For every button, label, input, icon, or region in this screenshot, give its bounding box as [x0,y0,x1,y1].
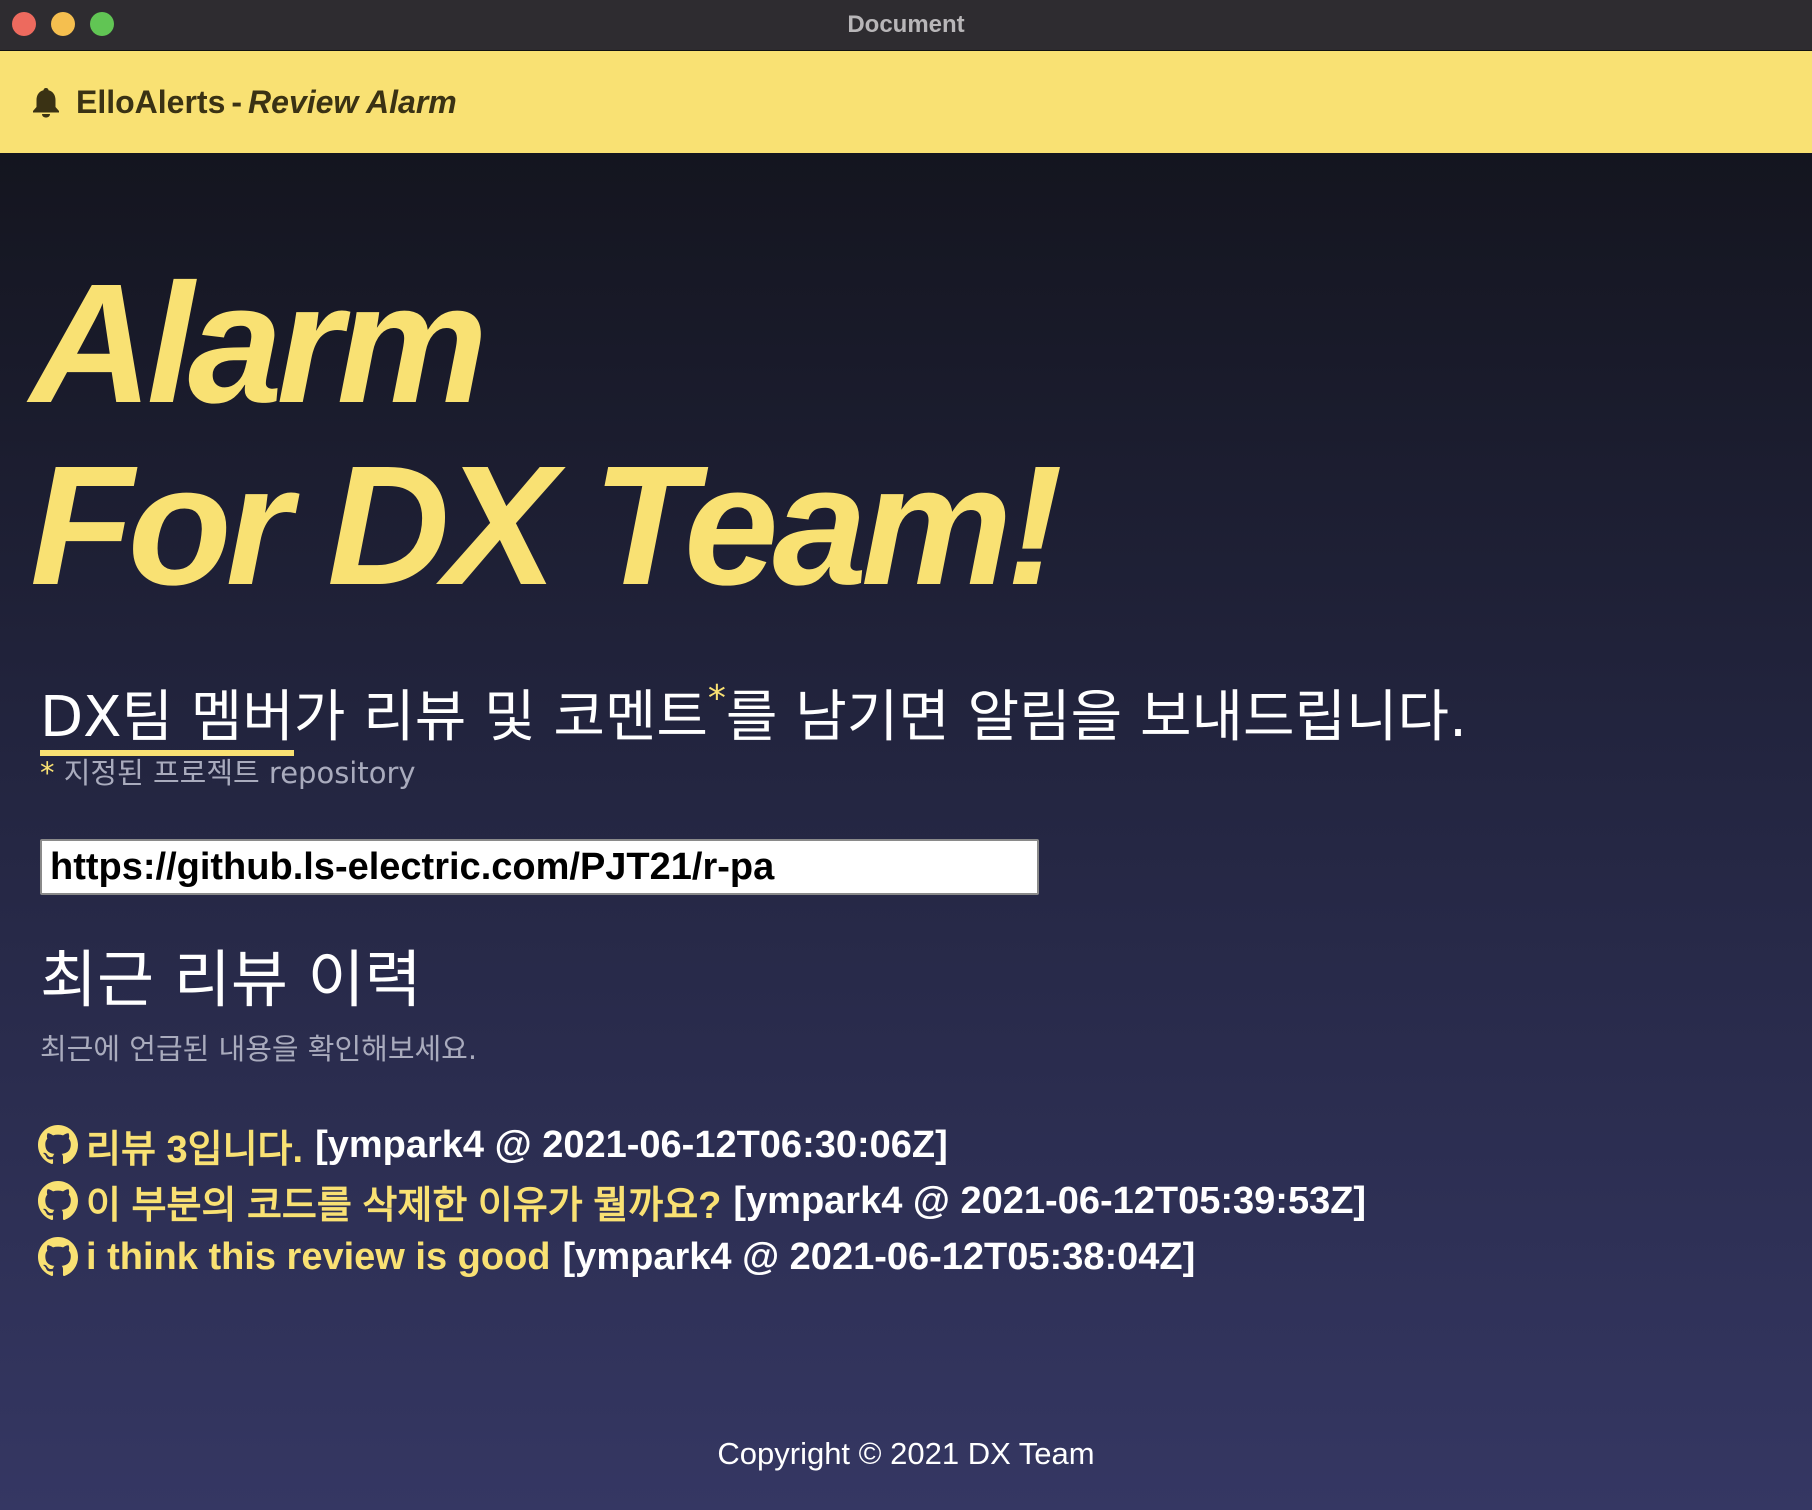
maximize-window-button[interactable] [90,12,114,36]
list-item[interactable]: 리뷰 3입니다. [ympark4 @ 2021-06-12T06:30:06Z… [38,1117,1366,1173]
tagline-end: 를 남기면 알림을 보내드립니다. [725,685,1467,750]
review-text: 이 부분의 코드를 삭제한 이유가 뭘까요? [86,1184,722,1227]
footnote-text: 지정된 프로젝트 repository [63,756,416,790]
main-content: Alarm For DX Team! DX팀 멤버가 리뷰 및 코멘트*를 남기… [0,153,1812,1510]
review-meta: [ympark4 @ 2021-06-12T06:30:06Z] [315,1123,948,1166]
footnote: * 지정된 프로젝트 repository [40,750,416,792]
window-controls [12,12,114,36]
review-text: i think this review is good [86,1235,551,1278]
page-subtitle: Review Alarm [248,83,457,120]
tagline: DX팀 멤버가 리뷰 및 코멘트*를 남기면 알림을 보내드립니다. [40,666,1467,756]
recent-reviews-subtitle: 최근에 언급된 내용을 확인해보세요. [40,1032,478,1066]
footer-copyright: Copyright © 2021 DX Team [717,1436,1095,1471]
window-titlebar: Document [0,0,1812,51]
window-title: Document [847,11,965,38]
app-title: ElloAlerts - Review Alarm [76,84,457,121]
github-icon [38,1181,78,1221]
github-icon [38,1125,78,1165]
review-list: 리뷰 3입니다. [ympark4 @ 2021-06-12T06:30:06Z… [38,1117,1366,1285]
hero-line-2: For DX Team! [30,431,1063,621]
minimize-window-button[interactable] [51,12,75,36]
title-separator: - [231,83,243,120]
tagline-highlight: DX팀 멤버 [40,685,294,756]
list-item[interactable]: 이 부분의 코드를 삭제한 이유가 뭘까요? [ympark4 @ 2021-0… [38,1173,1366,1229]
list-item[interactable]: i think this review is good [ympark4 @ 2… [38,1229,1366,1285]
review-text: 리뷰 3입니다. [86,1128,304,1171]
footnote-mark: * [40,756,55,790]
github-icon [38,1237,78,1277]
recent-reviews-title: 최근 리뷰 이력 [40,943,422,1016]
review-meta: [ympark4 @ 2021-06-12T05:38:04Z] [562,1235,1196,1278]
app-header: ElloAlerts - Review Alarm [0,51,1812,153]
hero-heading: Alarm For DX Team! [30,249,1063,621]
brand-name: ElloAlerts [76,83,226,120]
review-meta: [ympark4 @ 2021-06-12T05:39:53Z] [733,1179,1367,1222]
hero-line-1: Alarm [30,249,488,439]
bell-icon [32,86,60,118]
close-window-button[interactable] [12,12,36,36]
tagline-middle: 가 리뷰 및 코멘트 [293,685,708,750]
tagline-footnote-mark: * [707,678,726,719]
repository-url-input[interactable] [40,839,1039,895]
